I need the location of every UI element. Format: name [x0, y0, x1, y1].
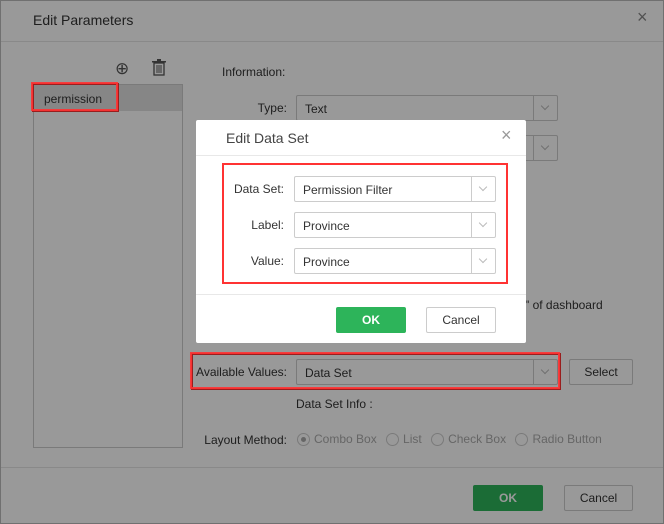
- cancel-button[interactable]: Cancel: [426, 307, 496, 333]
- highlight-box: [190, 352, 560, 389]
- dialog-title: Edit Data Set: [226, 130, 309, 146]
- highlight-box: [222, 163, 508, 284]
- ok-button[interactable]: OK: [336, 307, 406, 333]
- highlight-box: [31, 82, 118, 111]
- footer-divider: [196, 294, 526, 295]
- edit-data-set-dialog: Edit Data Set × Data Set: Permission Fil…: [196, 120, 526, 343]
- close-icon[interactable]: ×: [501, 125, 512, 146]
- header-divider: [196, 155, 526, 156]
